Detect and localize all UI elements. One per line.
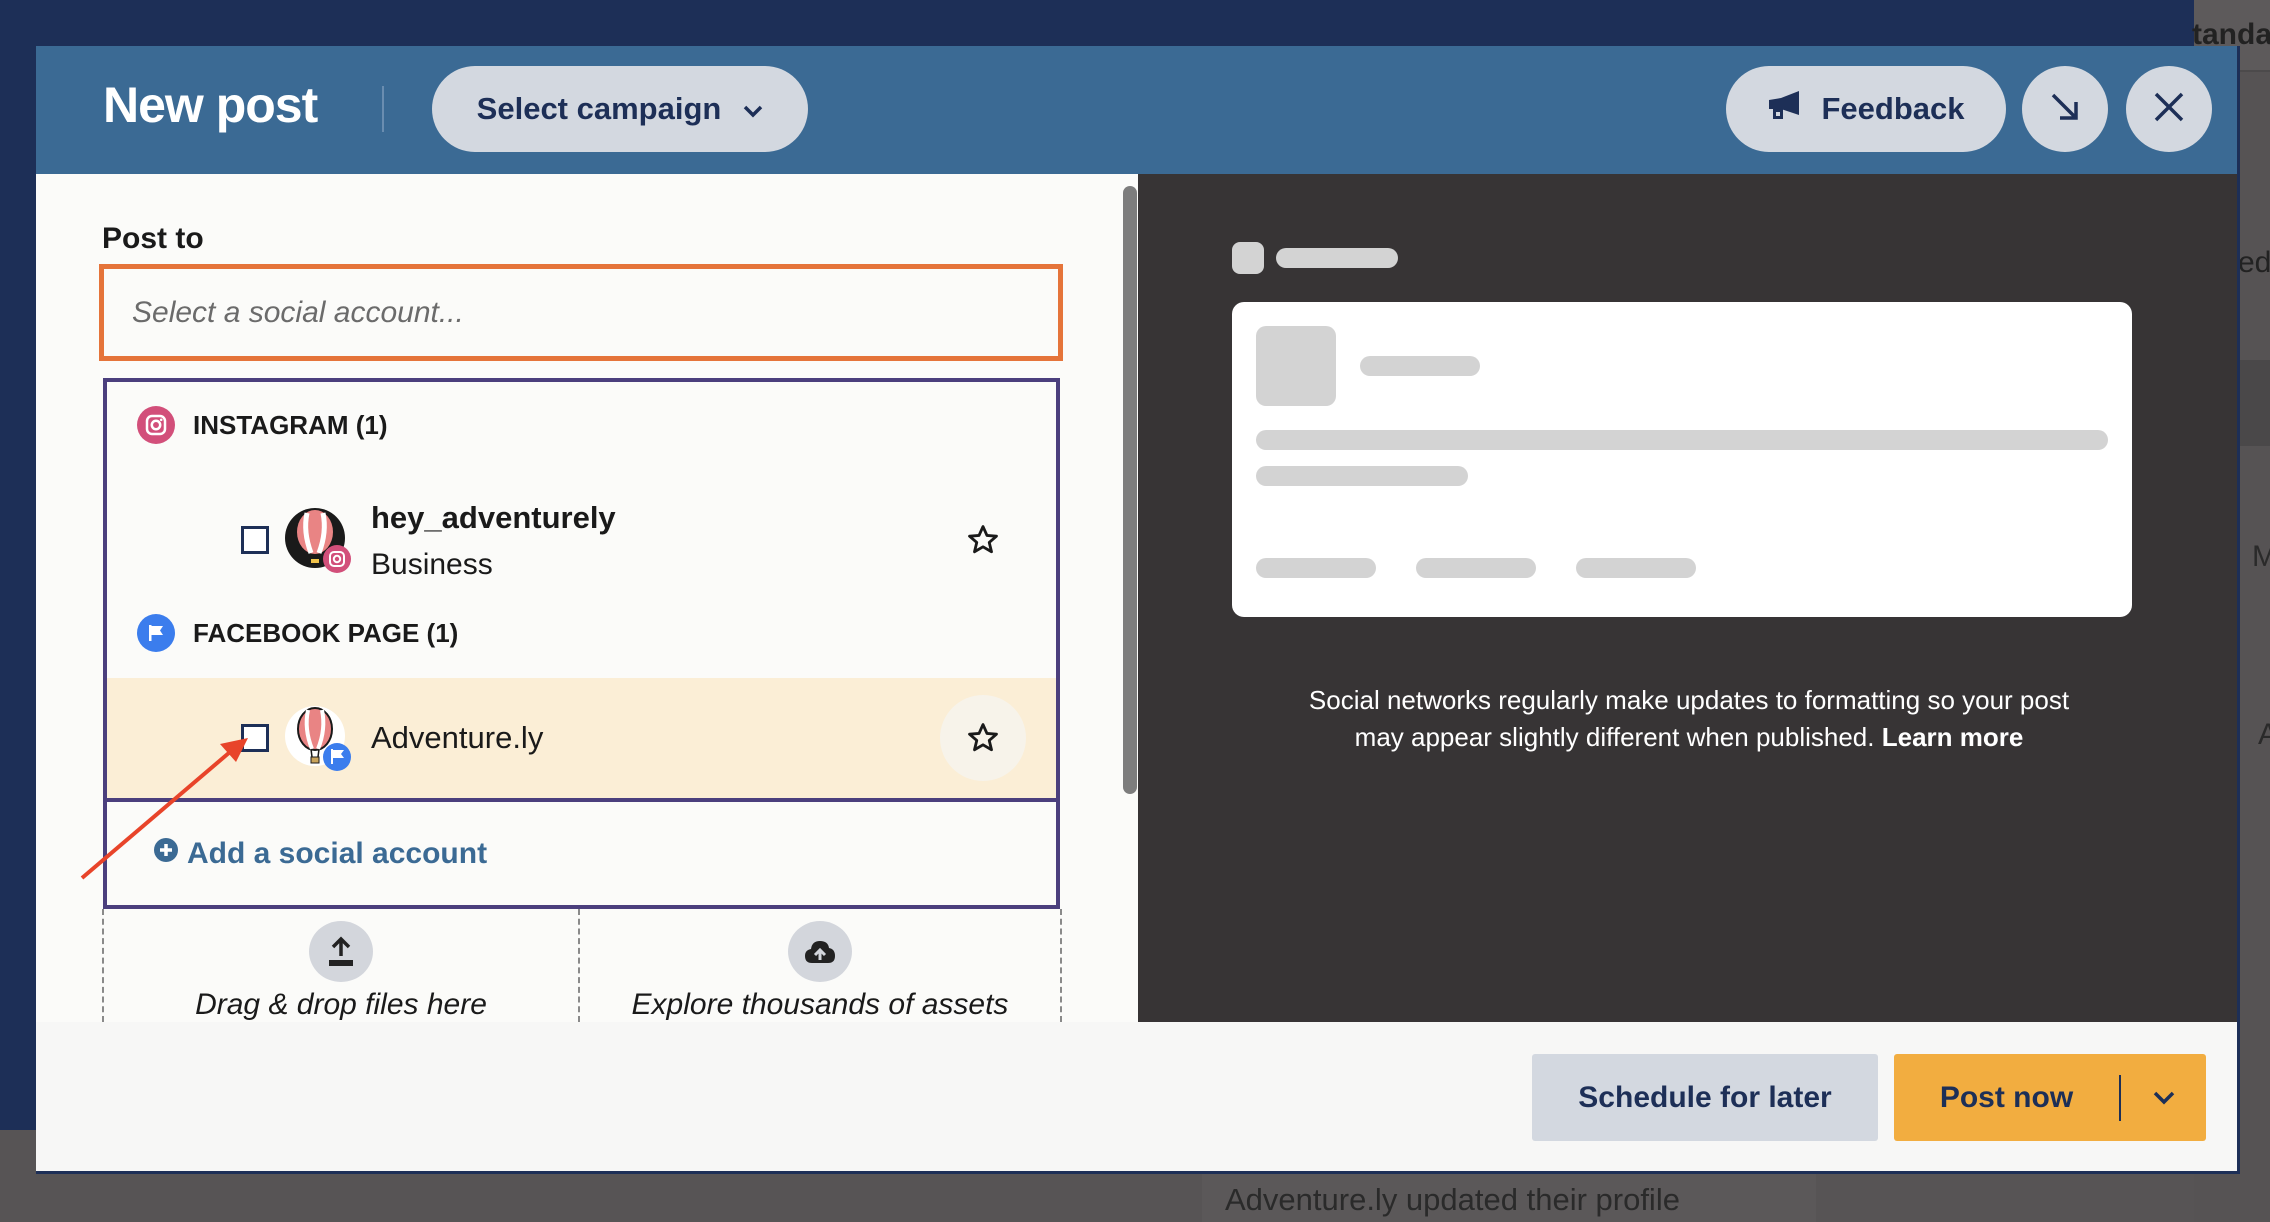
explore-assets-label: Explore thousands of assets — [631, 988, 1009, 1021]
minimize-button[interactable] — [2022, 66, 2108, 152]
composer-scrollbar[interactable] — [1123, 186, 1137, 794]
favorite-star-button[interactable] — [940, 695, 1026, 781]
upload-files-area[interactable]: Drag & drop files here — [102, 909, 578, 1022]
preview-avatar-placeholder — [1256, 326, 1336, 406]
social-account-input[interactable] — [99, 264, 1063, 361]
account-avatar — [285, 507, 351, 573]
upload-files-label: Drag & drop files here — [195, 988, 487, 1021]
account-name: Adventure.ly — [371, 720, 544, 755]
instagram-icon — [137, 406, 175, 444]
account-row-hey-adventurely[interactable]: hey_adventurely Business — [107, 480, 1056, 600]
modal-header: New post Select campaign Feedback — [36, 46, 2237, 174]
post-to-label: Post to — [102, 222, 204, 255]
preview-title-placeholder — [1276, 248, 1398, 268]
select-campaign-label: Select campaign — [476, 91, 722, 126]
preview-name-placeholder — [1360, 356, 1480, 376]
backdrop-text: M — [2252, 540, 2270, 573]
backdrop-activity-text: Adventure.ly updated their profile — [1225, 1182, 1680, 1217]
upload-icon — [309, 921, 373, 982]
plus-circle-icon — [153, 837, 179, 871]
explore-assets-area[interactable]: Explore thousands of assets — [578, 909, 1062, 1022]
header-divider — [382, 86, 384, 132]
feedback-button[interactable]: Feedback — [1726, 66, 2006, 152]
preview-action-placeholder — [1576, 558, 1696, 578]
backdrop-top — [0, 0, 2194, 46]
post-now-split-button: Post now — [1894, 1054, 2206, 1141]
new-post-modal: New post Select campaign Feedback Post t… — [36, 46, 2240, 1174]
preview-text-line-placeholder — [1256, 430, 2108, 450]
preview-text-line-placeholder — [1256, 466, 1468, 486]
backdrop-band — [2240, 360, 2270, 446]
preview-network-placeholder — [1232, 242, 1264, 274]
account-checkbox[interactable] — [241, 724, 269, 752]
backdrop-text: ed — [2238, 246, 2270, 279]
post-options-dropdown[interactable] — [2121, 1091, 2206, 1105]
close-button[interactable] — [2126, 66, 2212, 152]
feedback-label: Feedback — [1821, 91, 1965, 126]
megaphone-icon — [1767, 89, 1803, 129]
cloud-upload-icon — [788, 921, 852, 982]
account-row-adventurely[interactable]: Adventure.ly — [107, 678, 1056, 798]
add-social-account-link[interactable]: Add a social account — [107, 798, 1056, 905]
group-header-facebook-page: FACEBOOK PAGE (1) — [137, 614, 458, 652]
arrow-down-right-icon — [2048, 90, 2082, 129]
chevron-down-icon — [743, 91, 763, 127]
preview-disclaimer: Social networks regularly make updates t… — [1138, 682, 2237, 756]
add-social-account-label: Add a social account — [187, 836, 488, 870]
account-type: Business — [371, 548, 493, 581]
preview-action-placeholder — [1416, 558, 1536, 578]
favorite-star-button[interactable] — [940, 497, 1026, 583]
chevron-down-icon — [2153, 1091, 2174, 1104]
post-preview-panel: Social networks regularly make updates t… — [1138, 174, 2237, 1022]
modal-footer: Schedule for later Post now — [36, 1022, 2237, 1171]
star-icon — [968, 525, 998, 554]
account-checkbox[interactable] — [241, 526, 269, 554]
group-header-instagram: INSTAGRAM (1) — [137, 406, 388, 444]
media-drop-zone: Drag & drop files here Explore thousands… — [102, 909, 1062, 1022]
select-campaign-dropdown[interactable]: Select campaign — [432, 66, 808, 152]
star-icon — [968, 723, 998, 752]
group-label: FACEBOOK PAGE (1) — [193, 617, 459, 648]
backdrop-text: A — [2258, 718, 2270, 751]
close-icon — [2153, 91, 2185, 128]
account-name: hey_adventurely — [371, 500, 616, 535]
learn-more-link[interactable]: Learn more — [1882, 722, 2024, 752]
backdrop-left — [0, 0, 36, 1130]
facebook-page-flag-icon — [137, 614, 175, 652]
group-label: INSTAGRAM (1) — [193, 409, 388, 440]
schedule-for-later-button[interactable]: Schedule for later — [1532, 1054, 1878, 1141]
post-now-button[interactable]: Post now — [1894, 1081, 2119, 1115]
modal-title: New post — [103, 77, 318, 133]
preview-card — [1232, 302, 2132, 617]
social-account-dropdown: INSTAGRAM (1) hey_adventurely Business F… — [103, 378, 1060, 909]
account-avatar — [285, 705, 351, 771]
preview-action-placeholder — [1256, 558, 1376, 578]
